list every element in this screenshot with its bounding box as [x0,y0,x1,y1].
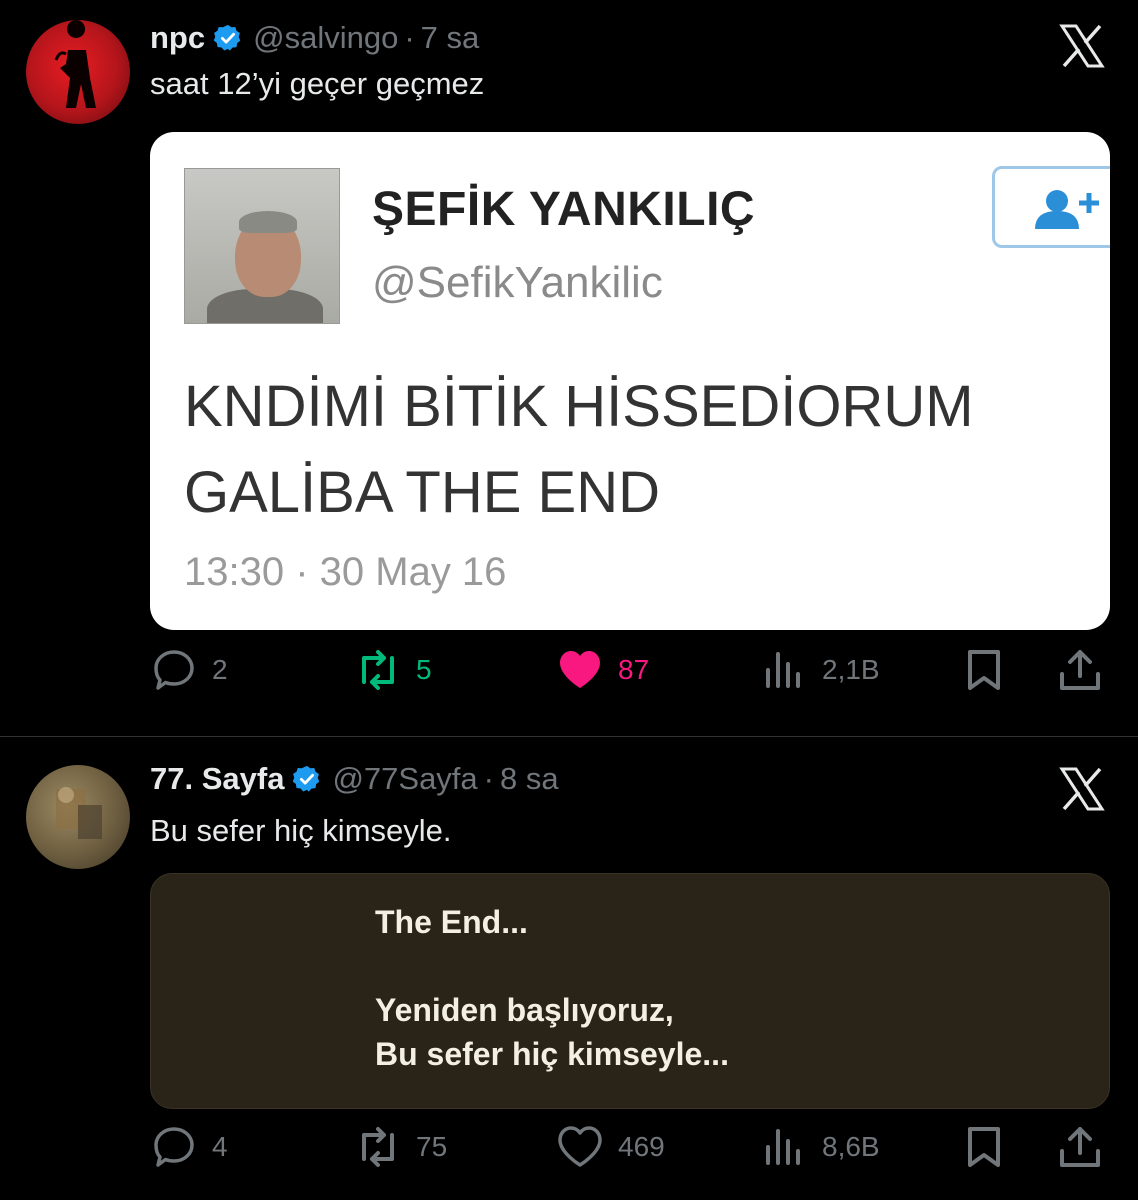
profile-photo [184,168,340,324]
bookmark-icon [968,1127,1000,1167]
timestamp[interactable]: 7 sa [421,20,480,56]
quoted-timestamp: 13:30 · 30 May 16 [184,550,507,594]
reply-icon [154,650,194,690]
verified-badge-icon [293,765,320,792]
like-button[interactable]: 87 [556,646,649,694]
reply-button[interactable]: 2 [150,646,228,694]
repost-icon [362,1127,394,1167]
reply-count: 4 [212,1131,228,1162]
x-logo-icon [1059,24,1105,68]
action-bar: 2 5 87 2,1B [0,646,1138,706]
avatar-silhouette [54,20,96,108]
bookmark-button[interactable] [960,646,1022,694]
repost-count: 75 [416,1131,448,1162]
post-header: 77. Sayfa @77Sayfa · 8 sa [150,761,559,797]
verified-badge-icon [213,24,241,51]
heart-icon [560,651,600,688]
reply-count: 2 [212,654,228,685]
views-count: 2,1B [822,654,880,685]
image-text-line-1: The End... [375,904,528,940]
views-button[interactable]: 8,6B [760,1123,880,1171]
follow-user-icon [1035,190,1099,229]
follow-button [992,166,1110,248]
bookmark-icon [968,650,1000,690]
repost-icon [362,650,394,690]
action-bar: 4 75 469 8,6B [0,1123,1138,1183]
avatar-photo [56,787,102,839]
tweet-text: saat 12’yi geçer geçmez [150,66,485,101]
like-count: 87 [618,654,650,685]
views-icon [766,1129,800,1165]
post-header: npc @salvingo · 7 sa [150,20,479,56]
image-text-line-3: Bu sefer hiç kimseyle... [375,1036,729,1072]
share-icon [1060,1127,1100,1167]
quoted-body: KNDİMİ BİTİK HİSSEDİORUM GALİBA THE END [184,364,974,536]
like-count: 469 [618,1131,665,1162]
handle[interactable]: @salvingo [253,20,398,56]
separator: · [483,761,494,796]
avatar[interactable] [26,765,130,869]
views-icon [766,652,800,688]
share-button[interactable] [1056,1123,1118,1171]
quoted-body-line-1: KNDİMİ BİTİK HİSSEDİORUM [184,374,974,439]
image-text-line-2: Yeniden başlıyoruz, [375,992,674,1028]
display-name[interactable]: 77. Sayfa [150,761,284,797]
heart-icon [558,1126,602,1167]
share-icon [1060,650,1100,690]
quoted-handle: @SefikYankilic [372,258,663,307]
x-logo-icon [1059,767,1105,811]
separator: · [404,20,415,55]
like-button[interactable]: 469 [556,1123,665,1171]
handle[interactable]: @77Sayfa [332,761,477,797]
quoted-image[interactable]: ŞEFİK YANKILIÇ @SefikYankilic KNDİMİ BİT… [150,132,1110,630]
bookmark-button[interactable] [960,1123,1022,1171]
repost-button[interactable]: 75 [354,1123,447,1171]
quoted-name: ŞEFİK YANKILIÇ [372,183,756,236]
post-77-sayfa[interactable]: 77. Sayfa @77Sayfa · 8 sa Bu sefer hiç k… [0,737,1138,1200]
share-button[interactable] [1056,646,1118,694]
views-count: 8,6B [822,1131,880,1162]
repost-button[interactable]: 5 [354,646,432,694]
reply-icon [154,1127,194,1167]
reply-button[interactable]: 4 [150,1123,228,1171]
avatar[interactable] [26,20,130,124]
post-npc[interactable]: npc @salvingo · 7 sa saat 12’yi geçer ge… [0,0,1138,736]
timestamp[interactable]: 8 sa [500,761,559,797]
display-name[interactable]: npc [150,20,205,56]
repost-count: 5 [416,654,432,685]
quoted-image[interactable]: The End... Yeniden başlıyoruz, Bu sefer … [150,873,1110,1109]
tweet-text: Bu sefer hiç kimseyle. [150,813,452,848]
quoted-body-line-2: GALİBA THE END [184,460,660,525]
views-button[interactable]: 2,1B [760,646,880,694]
